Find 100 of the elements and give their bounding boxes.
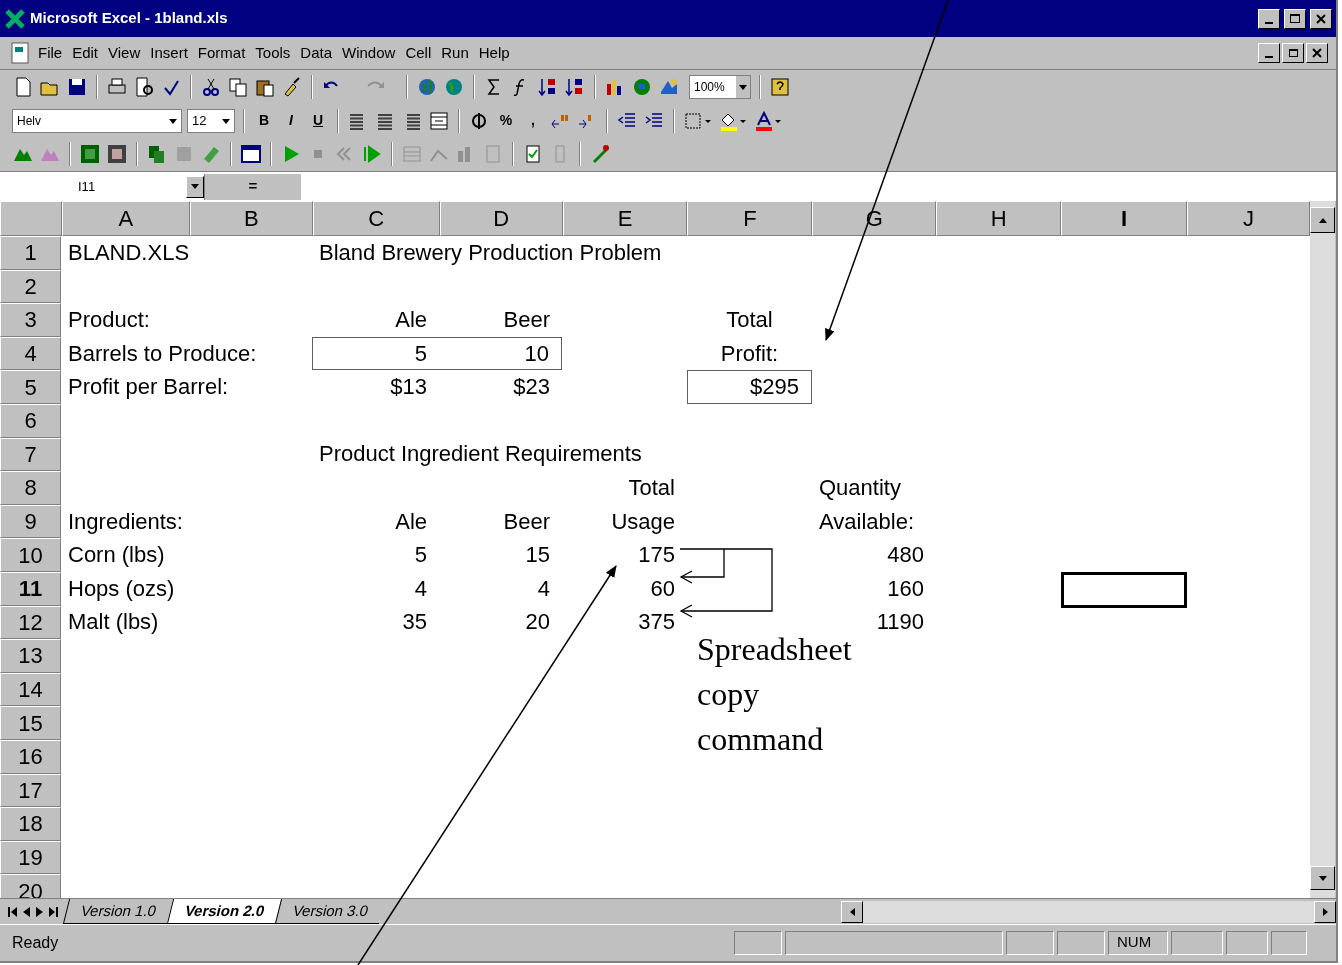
right-arrow-icon	[1322, 907, 1328, 916]
picture-frame-icon[interactable]	[106, 143, 128, 165]
column-header[interactable]: D	[439, 201, 563, 236]
row-header[interactable]: 13	[0, 639, 61, 673]
row-header[interactable]: 5	[0, 370, 61, 404]
row-header[interactable]: 9	[0, 504, 61, 539]
annotation-text: Spreadsheet copy command	[697, 630, 853, 759]
row-header[interactable]: 14	[0, 672, 61, 707]
restore-button[interactable]	[1282, 43, 1304, 63]
table-cell: $23	[513, 376, 550, 399]
bold-button[interactable]: B	[253, 109, 275, 132]
menu-item[interactable]: Insert	[150, 41, 188, 65]
close-button[interactable]	[1306, 43, 1328, 63]
vertical-scrollbar[interactable]	[1310, 201, 1335, 898]
minimize-button[interactable]	[1258, 43, 1280, 63]
close-icon	[1316, 13, 1326, 24]
menu-item[interactable]: Run	[441, 41, 469, 65]
sheet-tab[interactable]: Version 2.0	[166, 899, 282, 924]
row-header[interactable]: 15	[0, 706, 61, 740]
maximize-button[interactable]	[1284, 8, 1306, 29]
table-cell: Ale	[395, 510, 427, 533]
help-icon[interactable]	[769, 76, 791, 98]
row-header[interactable]: 18	[0, 807, 61, 841]
row-header[interactable]: 4	[0, 336, 61, 371]
row-header[interactable]: 10	[0, 538, 61, 572]
picture-frame-icon[interactable]	[79, 143, 101, 165]
row-header[interactable]: 20	[0, 874, 61, 898]
comma-button[interactable]: ,	[522, 109, 544, 132]
table-cell: 5	[414, 544, 427, 567]
underline-button[interactable]: U	[307, 109, 329, 132]
row-header[interactable]: 6	[0, 403, 61, 438]
italic-button[interactable]: I	[280, 109, 302, 132]
row-header[interactable]: 11	[0, 571, 61, 606]
equals-button[interactable]: =	[205, 173, 301, 200]
menu-item[interactable]: Help	[478, 41, 510, 65]
globe-icon[interactable]	[443, 76, 465, 98]
close-icon	[1312, 48, 1322, 58]
table-cell: 4	[414, 577, 427, 600]
column-header[interactable]: I	[1061, 201, 1188, 236]
column-header[interactable]: J	[1187, 201, 1310, 236]
scroll-down-button[interactable]	[1310, 866, 1335, 890]
menu-item[interactable]: Format	[197, 41, 246, 65]
select-all-button[interactable]	[0, 201, 62, 236]
copy-icon[interactable]	[227, 76, 249, 98]
font-field[interactable]: Helv	[12, 108, 182, 133]
previous-sheet-icon[interactable]	[23, 906, 30, 917]
menu-item[interactable]: Tools	[255, 41, 291, 65]
menu-item[interactable]: View	[108, 41, 141, 65]
status-panel	[734, 930, 782, 955]
close-button[interactable]	[1310, 8, 1332, 29]
column-header[interactable]: H	[936, 201, 1062, 236]
row-header[interactable]: 17	[0, 773, 61, 808]
dialog-window-icon[interactable]	[240, 143, 262, 165]
row-header[interactable]: 16	[0, 739, 61, 774]
status-panel	[1171, 930, 1223, 955]
font-size-field[interactable]: 12	[187, 108, 235, 133]
menu-item[interactable]: File	[38, 41, 63, 65]
scroll-up-button[interactable]	[1310, 207, 1335, 233]
row-header[interactable]: 19	[0, 840, 61, 875]
table-cell: 60	[650, 577, 675, 600]
minimize-button[interactable]	[1258, 8, 1280, 29]
globe-icon[interactable]	[416, 76, 438, 98]
menu-item[interactable]: Window	[342, 41, 396, 65]
print-preview-icon[interactable]	[133, 76, 155, 98]
next-sheet-icon[interactable]	[36, 906, 43, 917]
font-color-icon[interactable]	[753, 109, 783, 132]
table-cell: $13	[390, 376, 427, 399]
status-panel	[1226, 930, 1268, 955]
row-header[interactable]: 12	[0, 605, 61, 640]
dropdown-arrow-icon	[191, 184, 199, 189]
row-header[interactable]: 1	[0, 236, 61, 270]
percent-button[interactable]: %	[495, 109, 517, 132]
scroll-left-button[interactable]	[841, 900, 863, 923]
zoom-field[interactable]: 100%	[689, 75, 751, 99]
table-cell: 15	[525, 544, 550, 567]
merge-cells-icon[interactable]	[428, 109, 450, 132]
active-cell[interactable]	[1061, 571, 1187, 608]
table-cell: 175	[638, 544, 675, 567]
outlined-cell: 10	[439, 336, 562, 371]
row-header[interactable]: 8	[0, 471, 61, 505]
first-sheet-icon[interactable]	[8, 906, 17, 917]
table-cell: Quantity	[819, 476, 901, 499]
row-header[interactable]: 2	[0, 269, 61, 304]
row-header[interactable]: 3	[0, 303, 61, 337]
last-sheet-icon[interactable]	[49, 906, 58, 917]
column-header[interactable]: A	[61, 201, 190, 236]
scroll-right-button[interactable]	[1314, 900, 1336, 923]
menu-item[interactable]: Edit	[72, 41, 99, 65]
table-cell: Product Ingredient Requirements	[319, 443, 642, 466]
row-header[interactable]: 7	[0, 437, 61, 472]
map-icon[interactable]	[631, 76, 653, 98]
column-header[interactable]: E	[562, 201, 688, 236]
column-header[interactable]: C	[312, 201, 440, 236]
column-header[interactable]: B	[189, 201, 313, 236]
menu-item[interactable]: Data	[300, 41, 333, 65]
scissors-icon[interactable]	[200, 76, 222, 98]
table-cell: Usage	[611, 510, 675, 533]
column-header[interactable]: F	[687, 201, 813, 236]
horizontal-scrollbar[interactable]	[841, 900, 1336, 923]
menu-item[interactable]: Cell	[405, 41, 432, 65]
